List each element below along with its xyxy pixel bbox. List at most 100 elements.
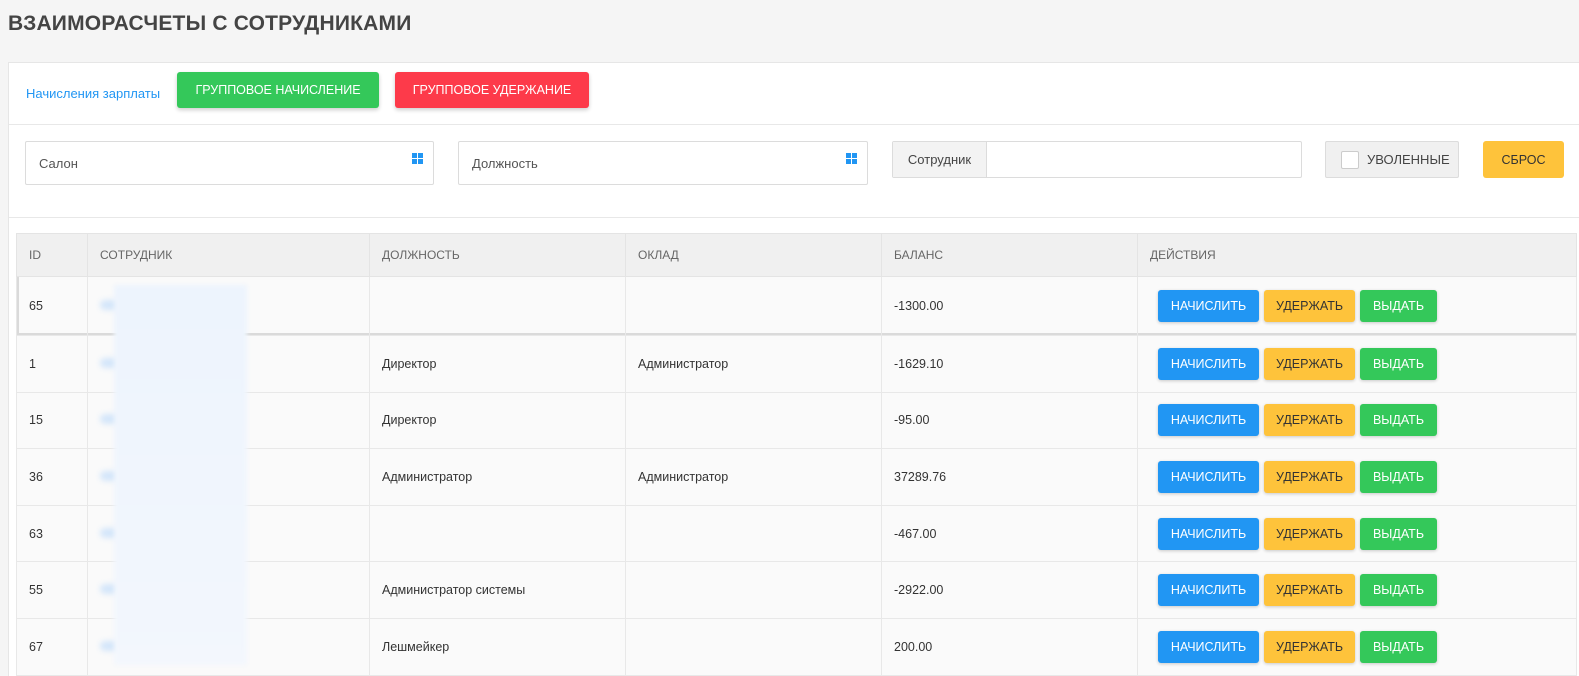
header-balance[interactable]: БАЛАНС [881, 233, 1138, 277]
employee-name-redacted[interactable] [100, 527, 195, 538]
employee-name-redacted[interactable] [100, 470, 180, 481]
accrue-button[interactable]: НАЧИСЛИТЬ [1158, 460, 1259, 493]
cell-actions: НАЧИСЛИТЬ УДЕРЖАТЬ ВЫДАТЬ [1137, 561, 1577, 619]
cell-employee[interactable] [87, 448, 370, 506]
table-row: 55 Администратор системы -2922.00 НАЧИСЛИТЬ… [16, 561, 1577, 619]
deduct-button[interactable]: УДЕРЖАТЬ [1264, 517, 1355, 550]
cell-id: 15 [16, 391, 88, 450]
cell-balance: -2922.00 [881, 561, 1138, 619]
table-row: 65 -1300.00 НАЧИСЛИТЬ УДЕРЖАТЬ ВЫДАТЬ [16, 276, 1577, 336]
pay-button[interactable]: ВЫДАТЬ [1360, 517, 1437, 550]
cell-balance: -467.00 [881, 504, 1138, 563]
cell-balance: 37289.76 [881, 448, 1138, 506]
cell-actions: НАЧИСЛИТЬ УДЕРЖАТЬ ВЫДАТЬ [1137, 276, 1577, 336]
accrue-button[interactable]: НАЧИСЛИТЬ [1158, 290, 1259, 322]
cell-actions: НАЧИСЛИТЬ УДЕРЖАТЬ ВЫДАТЬ [1137, 448, 1577, 506]
table-row: 1 Директор Администратор -1629.10 НАЧИСЛИТЬ У… [16, 335, 1577, 393]
deduct-button[interactable]: УДЕРЖАТЬ [1264, 404, 1355, 437]
employee-filter-label: Сотрудник [893, 142, 987, 177]
employee-name-redacted[interactable] [100, 300, 160, 310]
pay-button[interactable]: ВЫДАТЬ [1360, 290, 1437, 322]
fired-label: УВОЛЕННЫЕ [1367, 152, 1450, 167]
header-actions: ДЕЙСТВИЯ [1137, 233, 1577, 277]
cell-position: Директор [369, 335, 626, 393]
fired-toggle[interactable]: УВОЛЕННЫЕ [1325, 141, 1459, 178]
cell-position: Директор [369, 391, 626, 450]
grid-icon[interactable] [846, 153, 858, 164]
cell-position [369, 276, 626, 336]
cell-id: 65 [16, 276, 88, 336]
cell-id: 36 [16, 448, 88, 506]
cell-actions: НАЧИСЛИТЬ УДЕРЖАТЬ ВЫДАТЬ [1137, 335, 1577, 393]
cell-salary [625, 276, 882, 336]
pay-button[interactable]: ВЫДАТЬ [1360, 404, 1437, 437]
position-select-placeholder: Должность [472, 156, 538, 171]
cell-salary [625, 617, 882, 676]
reset-button[interactable]: СБРОС [1483, 141, 1564, 178]
cell-employee[interactable] [87, 391, 370, 450]
cell-id: 63 [16, 504, 88, 563]
accrue-button[interactable]: НАЧИСЛИТЬ [1158, 517, 1259, 550]
cell-position: Лешмейкер [369, 617, 626, 676]
deduct-button[interactable]: УДЕРЖАТЬ [1264, 347, 1355, 380]
cell-employee[interactable] [87, 276, 370, 336]
employee-filter: Сотрудник [892, 141, 1302, 178]
table-row: 36 Администратор Администратор 37289.76 НАЧИ… [16, 448, 1577, 506]
cell-actions: НАЧИСЛИТЬ УДЕРЖАТЬ ВЫДАТЬ [1137, 391, 1577, 450]
salon-select-placeholder: Салон [39, 156, 78, 171]
cell-salary: Администратор [625, 448, 882, 506]
cell-employee[interactable] [87, 561, 370, 619]
employee-name-redacted[interactable] [100, 640, 200, 651]
cell-employee[interactable] [87, 617, 370, 676]
pay-button[interactable]: ВЫДАТЬ [1360, 630, 1437, 663]
employees-table-wrap: ID СОТРУДНИК ДОЛЖНОСТЬ ОКЛАД БАЛАНС ДЕЙС… [16, 233, 1577, 676]
group-deduction-button[interactable]: ГРУППОВОЕ УДЕРЖАНИЕ [395, 72, 589, 108]
header-salary[interactable]: ОКЛАД [625, 233, 882, 277]
deduct-button[interactable]: УДЕРЖАТЬ [1264, 574, 1355, 607]
cell-position [369, 504, 626, 563]
grid-icon[interactable] [412, 153, 424, 164]
header-position[interactable]: ДОЛЖНОСТЬ [369, 233, 626, 277]
page-title: ВЗАИМОРАСЧЕТЫ С СОТРУДНИКАМИ [8, 12, 412, 35]
deduct-button[interactable]: УДЕРЖАТЬ [1264, 290, 1355, 322]
employee-name-redacted[interactable] [100, 414, 220, 425]
table-row: 63 -467.00 НАЧИСЛИТЬ УДЕРЖАТЬ ВЫДАТЬ [16, 504, 1577, 563]
salon-select[interactable]: Салон [25, 141, 434, 185]
accrue-button[interactable]: НАЧИСЛИТЬ [1158, 404, 1259, 437]
pay-button[interactable]: ВЫДАТЬ [1360, 460, 1437, 493]
header-id[interactable]: ID [16, 233, 88, 277]
pay-button[interactable]: ВЫДАТЬ [1360, 574, 1437, 607]
fired-checkbox[interactable] [1341, 151, 1359, 169]
toolbar: Начисления зарплаты ГРУППОВОЕ НАЧИСЛЕНИЕ… [9, 63, 1579, 125]
accrue-button[interactable]: НАЧИСЛИТЬ [1158, 574, 1259, 607]
employee-search-input[interactable] [988, 142, 1301, 177]
cell-balance: -1629.10 [881, 335, 1138, 393]
employee-name-redacted[interactable] [100, 357, 210, 368]
cell-salary: Администратор [625, 335, 882, 393]
header-employee[interactable]: СОТРУДНИК [87, 233, 370, 277]
cell-balance: -95.00 [881, 391, 1138, 450]
group-accrual-button[interactable]: ГРУППОВОЕ НАЧИСЛЕНИЕ [177, 72, 379, 108]
accrue-button[interactable]: НАЧИСЛИТЬ [1158, 630, 1259, 663]
table-header-row: ID СОТРУДНИК ДОЛЖНОСТЬ ОКЛАД БАЛАНС ДЕЙС… [16, 233, 1577, 277]
salary-accruals-link[interactable]: Начисления зарплаты [26, 86, 160, 101]
cell-employee[interactable] [87, 504, 370, 563]
cell-id: 67 [16, 617, 88, 676]
employees-table: ID СОТРУДНИК ДОЛЖНОСТЬ ОКЛАД БАЛАНС ДЕЙС… [16, 233, 1577, 676]
cell-salary [625, 504, 882, 563]
accrue-button[interactable]: НАЧИСЛИТЬ [1158, 347, 1259, 380]
pay-button[interactable]: ВЫДАТЬ [1360, 347, 1437, 380]
deduct-button[interactable]: УДЕРЖАТЬ [1264, 460, 1355, 493]
cell-position: Администратор системы [369, 561, 626, 619]
table-row: 15 Директор -95.00 НАЧИСЛИТЬ УДЕРЖАТЬ ВЫДАТЬ [16, 391, 1577, 450]
position-select[interactable]: Должность [458, 141, 868, 185]
cell-balance: 200.00 [881, 617, 1138, 676]
cell-id: 55 [16, 561, 88, 619]
cell-salary [625, 561, 882, 619]
cell-actions: НАЧИСЛИТЬ УДЕРЖАТЬ ВЫДАТЬ [1137, 504, 1577, 563]
cell-balance: -1300.00 [881, 276, 1138, 336]
employee-name-redacted[interactable] [100, 584, 170, 595]
deduct-button[interactable]: УДЕРЖАТЬ [1264, 630, 1355, 663]
cell-employee[interactable] [87, 335, 370, 393]
table-row: 67 Лешмейкер 200.00 НАЧИСЛИТЬ УДЕРЖАТЬ ВЫДАТЬ [16, 617, 1577, 676]
